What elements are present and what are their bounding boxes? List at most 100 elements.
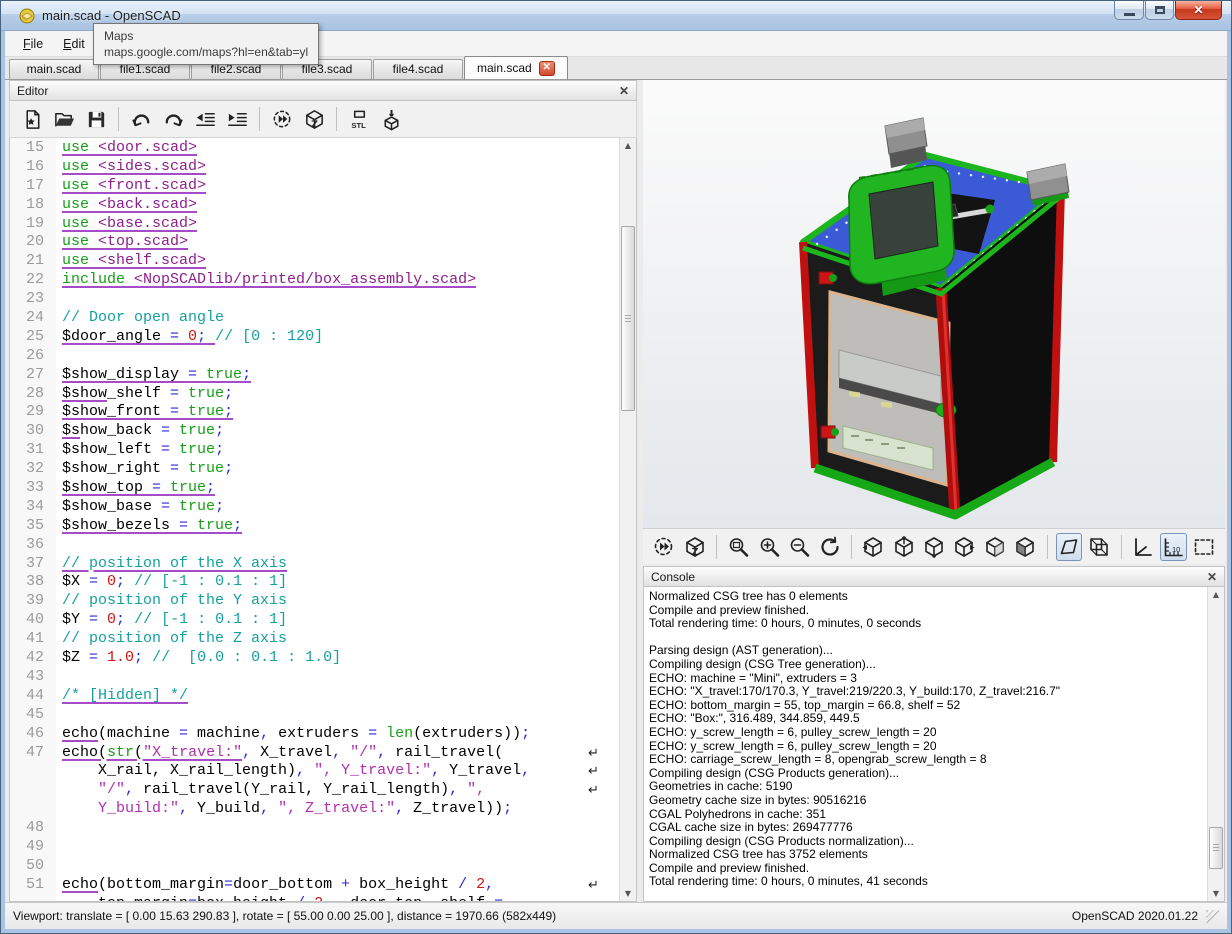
toolbar-separator: [716, 535, 717, 559]
code-line: 20use <top.scad>: [10, 233, 618, 252]
render-button[interactable]: [300, 105, 328, 133]
undo-button[interactable]: [127, 105, 155, 133]
open-file-button[interactable]: [50, 105, 78, 133]
tab-file4-scad[interactable]: file4.scad: [373, 59, 463, 79]
editor-scrollbar-thumb[interactable]: [621, 226, 635, 411]
view-all-button[interactable]: [1191, 533, 1217, 561]
view-front-button[interactable]: [982, 533, 1008, 561]
show-axes-button[interactable]: [1130, 533, 1156, 561]
maximize-icon: [1155, 6, 1165, 14]
console-header[interactable]: Console ✕: [643, 566, 1225, 587]
minimize-button[interactable]: [1114, 1, 1144, 20]
code-line: 48: [10, 819, 618, 838]
view-right-button[interactable]: [860, 533, 886, 561]
perspective-icon: [1057, 535, 1081, 559]
code-line: 26: [10, 347, 618, 366]
export-stl-icon: STL: [348, 108, 371, 131]
window-content: File Edit Design View Window Help Maps m…: [5, 31, 1227, 929]
reset-view-button[interactable]: [816, 533, 842, 561]
console-line: Geometries in cache: 5190: [644, 780, 1224, 794]
printer-model-render: [643, 80, 1225, 528]
editor-scrollbar[interactable]: ▲ ▼: [619, 138, 636, 901]
save-file-button[interactable]: [82, 105, 110, 133]
console-output[interactable]: Normalized CSG tree has 0 elementsCompil…: [643, 587, 1225, 902]
console-close-icon[interactable]: ✕: [1207, 571, 1217, 583]
zoom-in-button[interactable]: [755, 533, 781, 561]
console-line: Compile and preview finished.: [644, 604, 1224, 618]
line-number: 44: [10, 687, 56, 706]
code-editor[interactable]: 15use <door.scad>16use <sides.scad>17use…: [9, 138, 637, 902]
view-back-button[interactable]: [1012, 533, 1038, 561]
line-number: 21: [10, 252, 56, 271]
console-line: [644, 631, 1224, 645]
3d-viewport[interactable]: [643, 80, 1225, 528]
perspective-button[interactable]: [1056, 533, 1082, 561]
zoom-all-button[interactable]: [725, 533, 751, 561]
close-button[interactable]: ✕: [1175, 1, 1222, 20]
line-number: 33: [10, 479, 56, 498]
code-line: 50: [10, 857, 618, 876]
line-number: 45: [10, 706, 56, 725]
editor-close-icon[interactable]: ✕: [619, 85, 629, 97]
scroll-up-icon[interactable]: ▲: [620, 138, 636, 153]
menu-file[interactable]: File: [13, 33, 53, 55]
indent-button[interactable]: [223, 105, 251, 133]
export-stl-button[interactable]: STL: [345, 105, 373, 133]
zoom-out-button[interactable]: [786, 533, 812, 561]
console-line: Compile and preview finished.: [644, 862, 1224, 876]
editor-header[interactable]: Editor ✕: [9, 80, 637, 101]
console-scroll-up-icon[interactable]: ▲: [1208, 587, 1224, 602]
code-line: 39// position of the Y axis: [10, 592, 618, 611]
toolbar-separator: [118, 107, 119, 131]
code-line: 23: [10, 290, 618, 309]
code-line: 51echo(bottom_margin=door_bottom + box_h…: [10, 876, 618, 895]
zoom-all-icon: [726, 535, 750, 559]
redo-button[interactable]: [159, 105, 187, 133]
line-number: 35: [10, 517, 56, 536]
line-number: 49: [10, 838, 56, 857]
view-bottom-button[interactable]: [921, 533, 947, 561]
view-toolbar: 10: [643, 528, 1225, 564]
tab-close-icon[interactable]: ✕: [539, 61, 555, 76]
console-scroll-down-icon[interactable]: ▼: [1208, 886, 1224, 901]
code-line: 27$show_display = true;: [10, 366, 618, 385]
maximize-button[interactable]: [1145, 1, 1174, 20]
new-file-button[interactable]: [18, 105, 46, 133]
tab-main-scad-active[interactable]: main.scad ✕: [464, 56, 568, 79]
close-icon: ✕: [1193, 2, 1203, 19]
line-number: 37: [10, 555, 56, 574]
line-wrap-icon: ↵: [588, 782, 599, 801]
preview-button[interactable]: [268, 105, 296, 133]
print-3d-icon: [380, 108, 403, 131]
view-top-button[interactable]: [890, 533, 916, 561]
view-left-button[interactable]: [951, 533, 977, 561]
console-scrollbar-thumb[interactable]: [1209, 827, 1223, 869]
view-back-icon: [1013, 535, 1037, 559]
tab-main-scad[interactable]: main.scad: [9, 59, 99, 79]
render-button[interactable]: [681, 533, 707, 561]
console-scrollbar[interactable]: ▲ ▼: [1207, 587, 1224, 901]
line-number: 29: [10, 403, 56, 422]
code-line: 17use <front.scad>: [10, 177, 618, 196]
line-number: 50: [10, 857, 56, 876]
menu-bar: File Edit Design View Window Help Maps m…: [5, 31, 1227, 57]
code-line: 15use <door.scad>: [10, 139, 618, 158]
line-number: 23: [10, 290, 56, 309]
console-line: ECHO: carriage_screw_length = 8, opengra…: [644, 753, 1224, 767]
code-line: 36: [10, 536, 618, 555]
menu-edit[interactable]: Edit: [53, 33, 95, 55]
editor-panel: Editor ✕ STL 15use <door.scad>16use <sid…: [9, 80, 637, 902]
preview-button[interactable]: [651, 533, 677, 561]
print-3d-button[interactable]: [377, 105, 405, 133]
resize-grip-icon[interactable]: [1206, 910, 1219, 923]
code-line: 44/* [Hidden] */: [10, 687, 618, 706]
unindent-button[interactable]: [191, 105, 219, 133]
console-line: Compiling design (CSG Tree generation)..…: [644, 658, 1224, 672]
new-file-icon: [21, 108, 44, 131]
scroll-down-icon[interactable]: ▼: [620, 886, 636, 901]
line-number: 30: [10, 422, 56, 441]
show-scale-button[interactable]: 10: [1160, 533, 1186, 561]
view-all-icon: [1192, 535, 1216, 559]
code-line: 29$show_front = true;: [10, 403, 618, 422]
orthographic-button[interactable]: [1086, 533, 1112, 561]
